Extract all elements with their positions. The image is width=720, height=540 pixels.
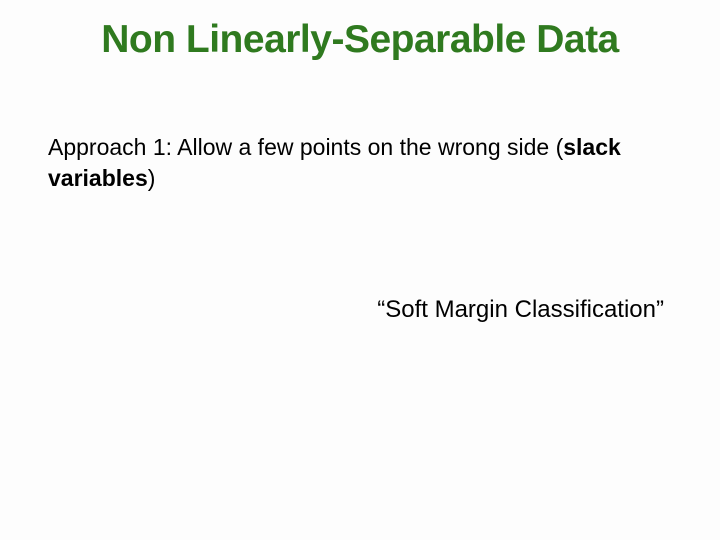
approach-lead: Approach 1: Allow a few points on the wr…: [48, 134, 563, 160]
approach-tail: ): [148, 165, 156, 191]
slide: Non Linearly-Separable Data Approach 1: …: [0, 0, 720, 540]
soft-margin-label: “Soft Margin Classification”: [0, 296, 664, 324]
approach-text: Approach 1: Allow a few points on the wr…: [48, 132, 660, 194]
slide-title: Non Linearly-Separable Data: [0, 18, 720, 62]
